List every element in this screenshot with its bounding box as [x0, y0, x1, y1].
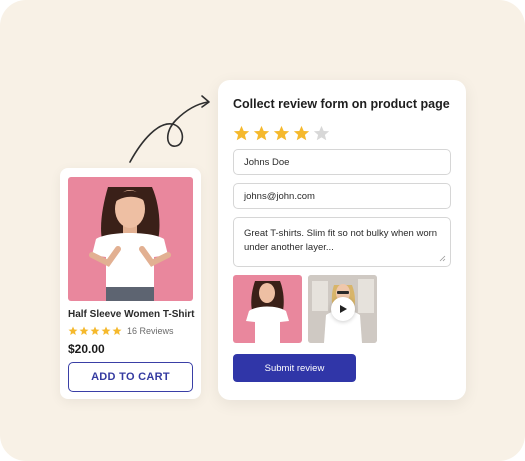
- add-to-cart-button[interactable]: ADD TO CART: [68, 362, 193, 392]
- email-field[interactable]: johns@john.com: [233, 183, 451, 209]
- product-rating: 16 Reviews: [68, 325, 174, 337]
- connector-arrow-icon: [129, 95, 210, 163]
- submit-review-button[interactable]: Submit review: [233, 354, 356, 382]
- star-filled-icon[interactable]: [273, 125, 290, 142]
- star-filled-icon[interactable]: [233, 125, 250, 142]
- product-price: $20.00: [68, 342, 105, 356]
- star-icon: [79, 326, 89, 335]
- product-card: Half Sleeve Women T-Shirt 16 Reviews $20…: [60, 168, 201, 399]
- star-empty-icon[interactable]: [313, 125, 330, 142]
- photo-thumbnail[interactable]: [233, 275, 302, 343]
- video-thumbnail[interactable]: [308, 275, 377, 343]
- star-filled-icon[interactable]: [293, 125, 310, 142]
- star-icon: [101, 326, 111, 335]
- star-icon: [68, 326, 78, 335]
- star-icon: [90, 326, 100, 335]
- star-icon: [112, 326, 122, 335]
- form-title: Collect review form on product page: [233, 97, 450, 111]
- star-filled-icon[interactable]: [253, 125, 270, 142]
- review-text: Great T-shirts. Slim fit so not bulky wh…: [244, 228, 438, 254]
- review-form-card: Collect review form on product page John…: [218, 80, 466, 400]
- resize-handle-icon[interactable]: [439, 255, 446, 262]
- product-image[interactable]: [68, 177, 193, 301]
- name-field[interactable]: Johns Doe: [233, 149, 451, 175]
- product-title: Half Sleeve Women T-Shirt: [68, 309, 195, 320]
- star-rating-input[interactable]: [233, 125, 333, 142]
- photo-preview-icon: [246, 281, 289, 343]
- review-textarea[interactable]: Great T-shirts. Slim fit so not bulky wh…: [233, 217, 451, 267]
- model-illustration-icon: [89, 187, 171, 301]
- review-count: 16 Reviews: [127, 326, 174, 336]
- play-icon[interactable]: [331, 297, 355, 321]
